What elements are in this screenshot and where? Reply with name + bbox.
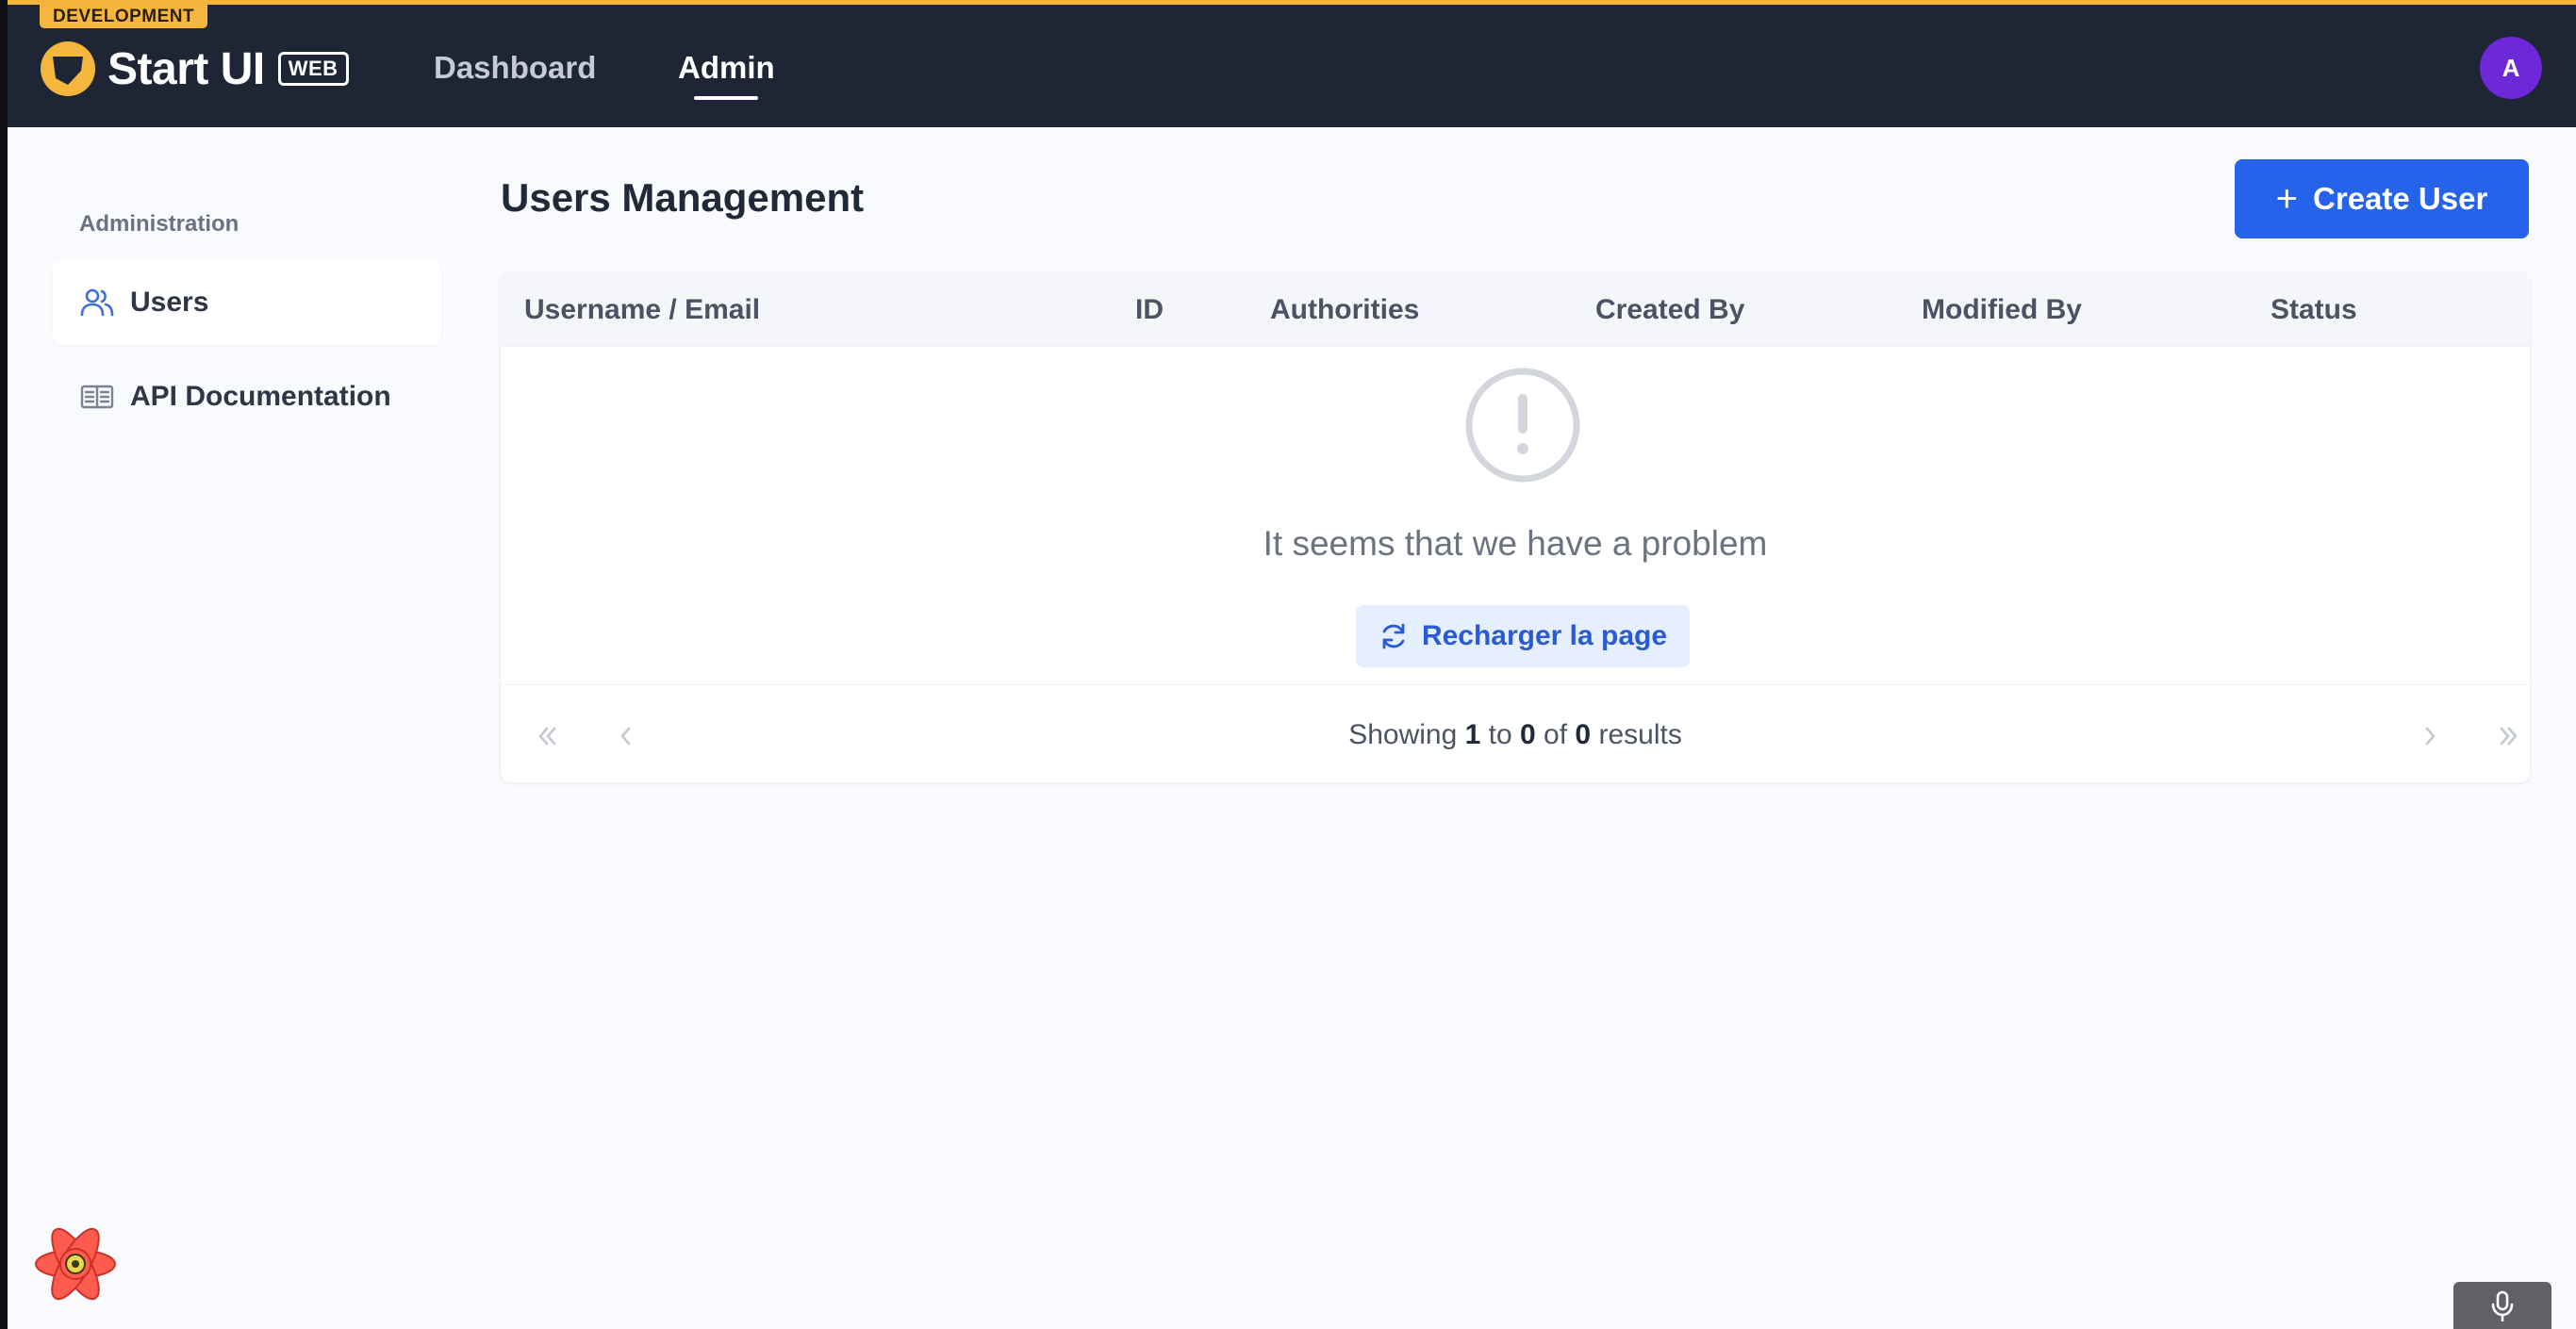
brand-logo-icon bbox=[41, 41, 95, 96]
pagination-to: 0 bbox=[1520, 719, 1536, 750]
user-avatar[interactable]: A bbox=[2480, 37, 2542, 99]
table-header: Username / Email ID Authorities Created … bbox=[501, 273, 2530, 347]
book-icon bbox=[79, 379, 115, 415]
brand[interactable]: Start UI WEB bbox=[40, 41, 349, 97]
pagination-prefix: Showing bbox=[1348, 719, 1458, 750]
pagination-total: 0 bbox=[1575, 719, 1592, 750]
pagination: Showing 1 to 0 of 0 results bbox=[501, 684, 2530, 782]
column-header-status[interactable]: Status bbox=[2271, 294, 2357, 326]
reload-page-label: Recharger la page bbox=[1421, 620, 1668, 651]
column-header-id[interactable]: ID bbox=[1135, 294, 1164, 326]
pagination-from: 1 bbox=[1464, 719, 1481, 750]
users-table-card: Username / Email ID Authorities Created … bbox=[501, 273, 2530, 782]
users-icon bbox=[79, 285, 115, 320]
sidebar-item-label: Users bbox=[130, 287, 209, 318]
top-navbar: DEVELOPMENT Start UI WEB Dashboard Admin… bbox=[8, 0, 2576, 127]
next-page-button[interactable] bbox=[2407, 714, 2452, 759]
chevrons-right-icon bbox=[2500, 727, 2518, 746]
column-header-authorities[interactable]: Authorities bbox=[1270, 294, 1419, 326]
warning-circle-icon bbox=[1465, 368, 1580, 483]
react-devtools-icon[interactable] bbox=[30, 1222, 121, 1306]
microphone-button[interactable] bbox=[2453, 1282, 2551, 1329]
pagination-to-word: to bbox=[1488, 719, 1512, 750]
column-header-modified-by[interactable]: Modified By bbox=[1922, 294, 2082, 326]
column-header-username[interactable]: Username / Email bbox=[524, 294, 760, 326]
nav-admin[interactable]: Admin bbox=[678, 50, 775, 86]
page-title: Users Management bbox=[501, 175, 865, 220]
last-page-button[interactable] bbox=[2486, 714, 2530, 759]
brand-tag: WEB bbox=[277, 52, 349, 86]
sidebar-item-label: API Documentation bbox=[130, 381, 391, 412]
refresh-icon bbox=[1382, 623, 1405, 649]
create-user-button[interactable]: + Create User bbox=[2235, 159, 2529, 238]
sidebar-heading: Administration bbox=[79, 211, 239, 237]
app-frame: DEVELOPMENT Start UI WEB Dashboard Admin… bbox=[8, 0, 2576, 1329]
sidebar-item-users[interactable]: Users bbox=[53, 260, 441, 345]
pagination-of-word: of bbox=[1544, 719, 1568, 750]
create-user-label: Create User bbox=[2313, 181, 2488, 216]
pagination-summary: Showing 1 to 0 of 0 results bbox=[501, 719, 2530, 751]
plus-icon: + bbox=[2275, 178, 2299, 220]
brand-name: Start UI bbox=[107, 43, 265, 94]
column-header-created-by[interactable]: Created By bbox=[1595, 294, 1744, 326]
error-message: It seems that we have a problem bbox=[1263, 524, 1768, 563]
nav-active-indicator bbox=[694, 96, 758, 100]
microphone-icon bbox=[2491, 1290, 2514, 1321]
environment-badge: DEVELOPMENT bbox=[40, 5, 208, 28]
nav-dashboard[interactable]: Dashboard bbox=[434, 50, 596, 86]
chevron-right-icon bbox=[2425, 727, 2436, 746]
reload-page-button[interactable]: Recharger la page bbox=[1356, 605, 1690, 667]
pagination-suffix: results bbox=[1598, 719, 1682, 750]
sidebar-item-api-documentation[interactable]: API Documentation bbox=[53, 354, 441, 439]
